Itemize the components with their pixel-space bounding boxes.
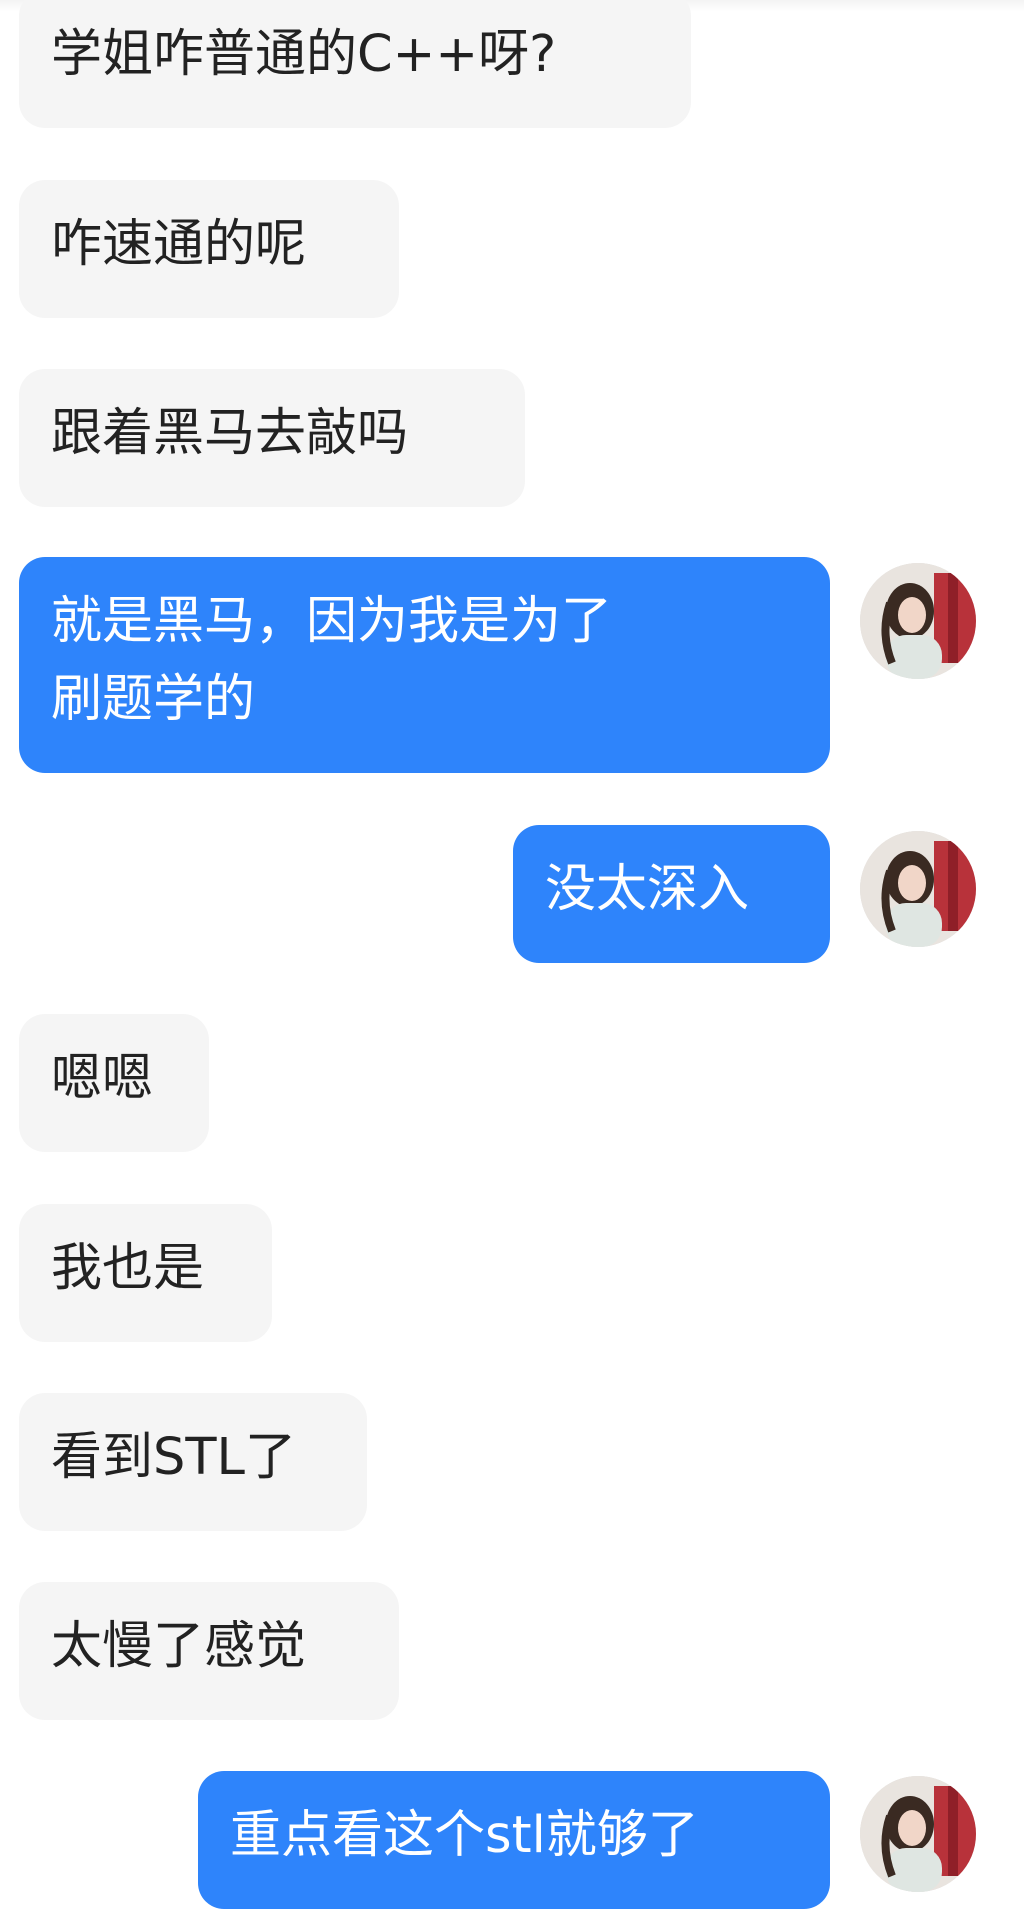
message-bubble-received[interactable]: 跟着黑马去敲吗 (19, 369, 525, 507)
avatar-photo-icon (860, 563, 976, 679)
message-bubble-sent[interactable]: 就是黑马，因为我是为了 刷题学的 (19, 557, 830, 773)
message-bubble-sent[interactable]: 重点看这个stl就够了 (198, 1771, 830, 1909)
user-avatar[interactable] (860, 831, 976, 947)
user-avatar[interactable] (860, 1776, 976, 1892)
message-bubble-sent[interactable]: 没太深入 (513, 825, 830, 963)
avatar-photo-icon (860, 831, 976, 947)
message-bubble-received[interactable]: 看到STL了 (19, 1393, 367, 1531)
message-bubble-received[interactable]: 我也是 (19, 1204, 272, 1342)
message-bubble-received[interactable]: 太慢了感觉 (19, 1582, 399, 1720)
avatar-photo-icon (860, 1776, 976, 1892)
user-avatar[interactable] (860, 563, 976, 679)
message-bubble-received[interactable]: 嗯嗯 (19, 1014, 209, 1152)
message-bubble-received[interactable]: 学姐咋普通的C++呀? (19, 0, 691, 128)
message-bubble-received[interactable]: 咋速通的呢 (19, 180, 399, 318)
